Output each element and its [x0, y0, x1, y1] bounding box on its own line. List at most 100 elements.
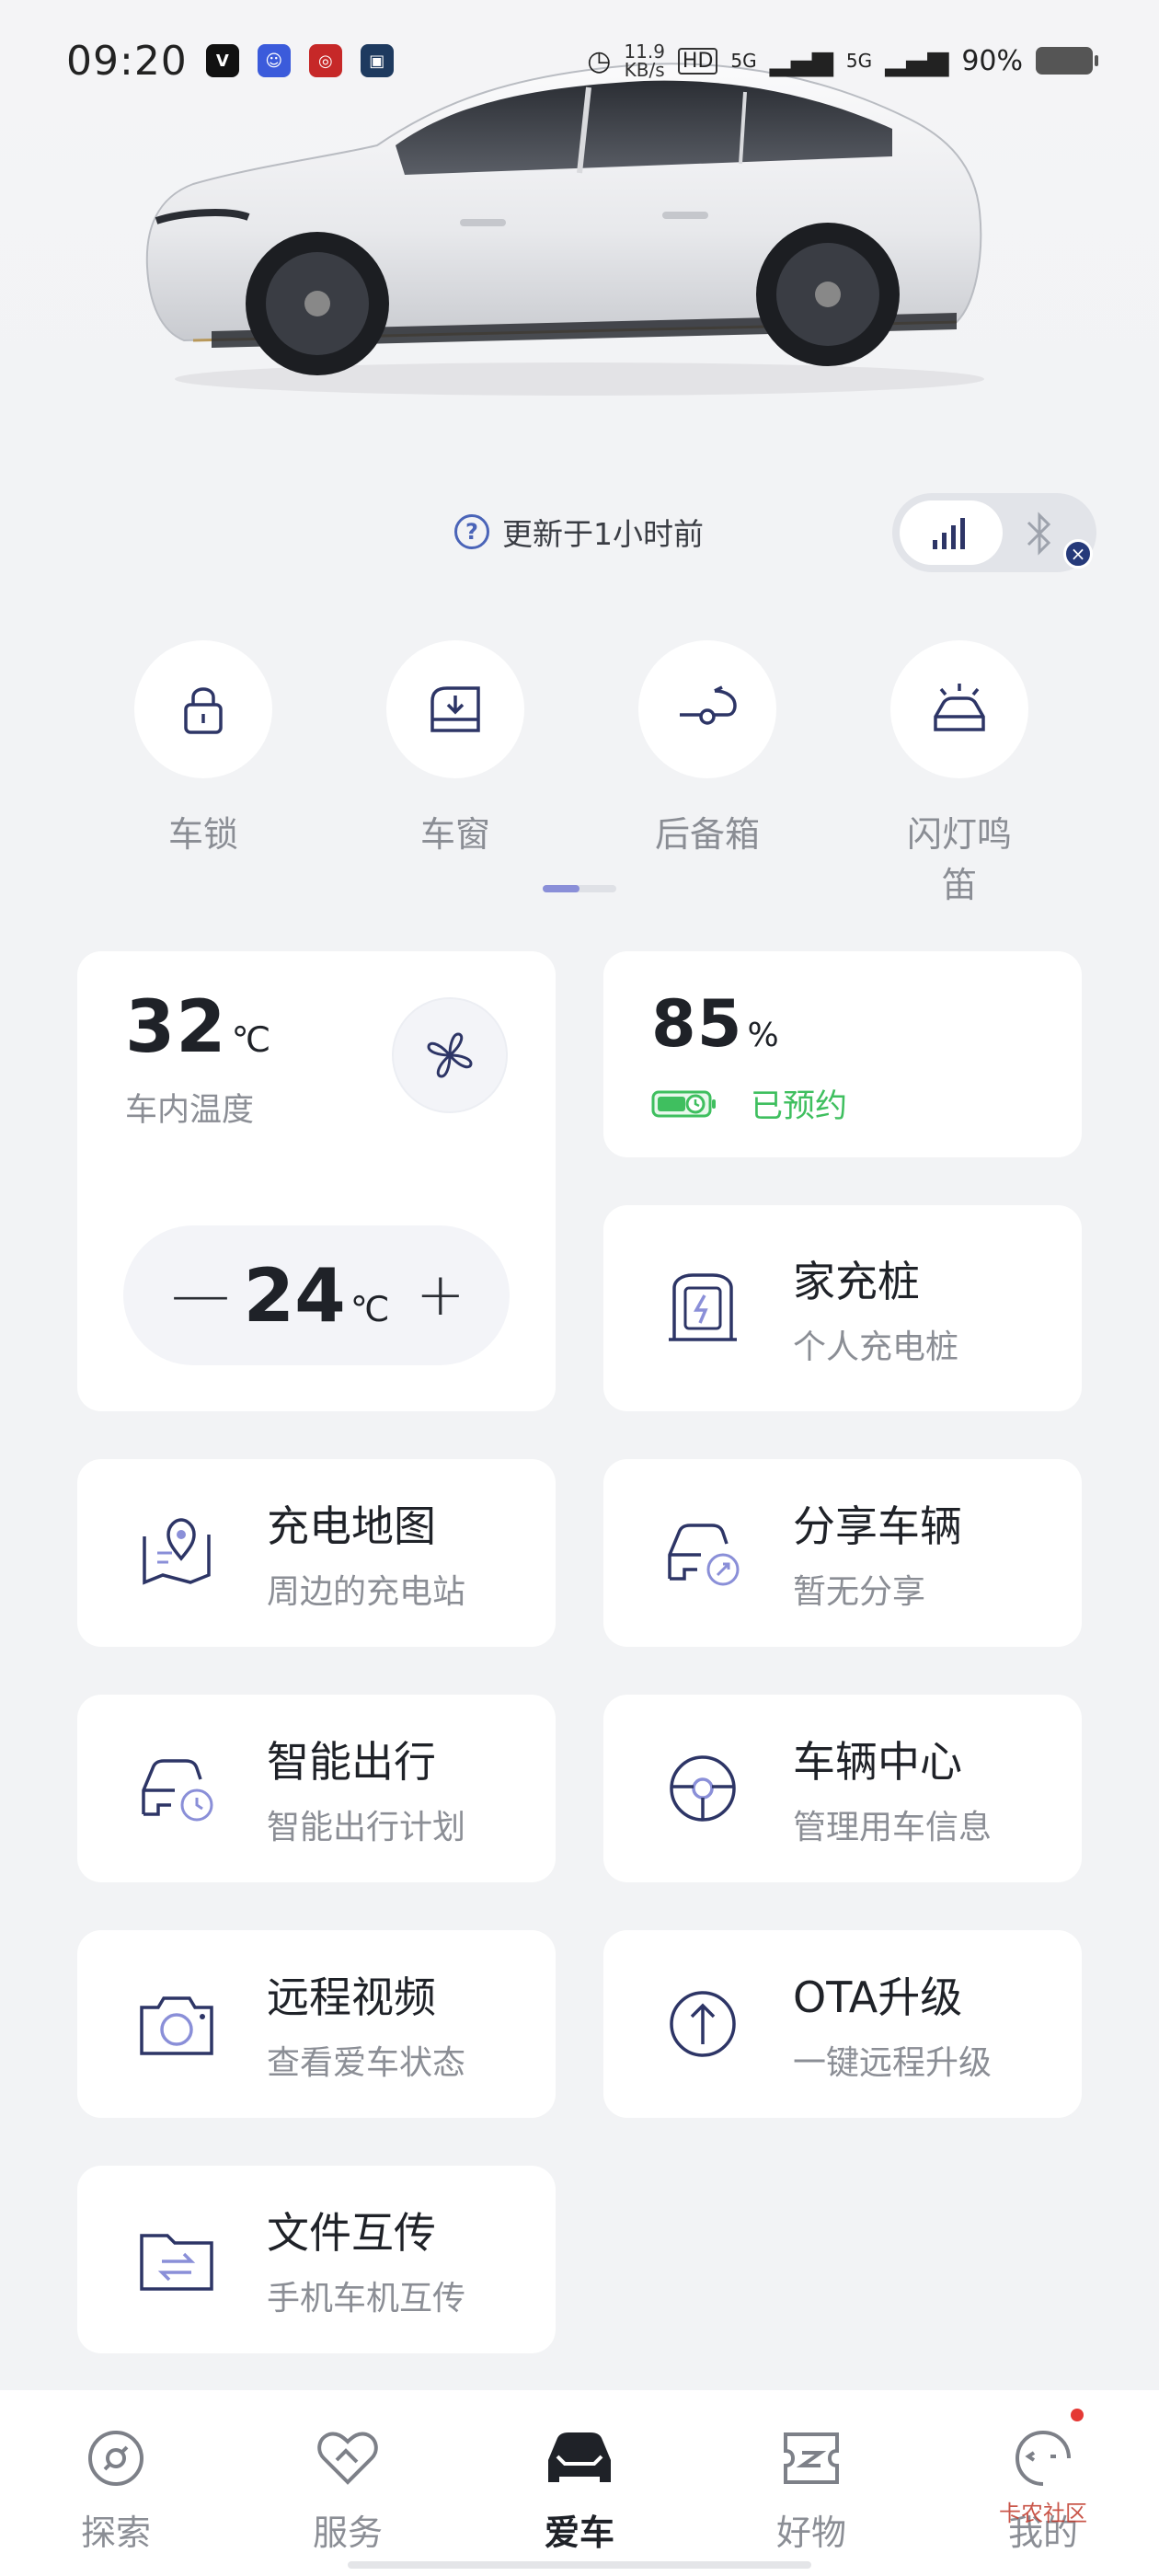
cabin-temp-value: 32 [125, 986, 227, 1069]
nav-profile[interactable]: 我的 [970, 2425, 1117, 2555]
status-bar: 09:20 V ☺ ◎ ▣ ◷ 11.9 KB/s HD 5G ▂▄▆ 5G ▂… [66, 35, 1098, 86]
signal-bars-icon-2: ▂▄▆ [885, 44, 949, 77]
tile-subtitle: 个人充电桩 [793, 1328, 959, 1366]
vehicle-center-card[interactable]: 车辆中心 管理用车信息 [603, 1695, 1082, 1882]
quick-action-flash-horn[interactable]: 闪灯鸣笛 [890, 640, 1028, 907]
quick-action-label: 后备箱 [654, 814, 760, 855]
signal-bars-icon: ▂▄▆ [769, 44, 833, 77]
window-icon [430, 686, 480, 732]
car-image [145, 63, 984, 396]
nav-explore[interactable]: 探索 [42, 2425, 189, 2555]
signal-5g-2: 5G [845, 50, 873, 72]
cabin-temp-unit: ℃ [231, 1019, 271, 1060]
home-indicator[interactable] [348, 2561, 811, 2569]
temp-stepper: — 24 ℃ + [123, 1225, 510, 1365]
tile-subtitle: 查看爱车状态 [267, 2044, 466, 2082]
charger-icon [669, 1273, 737, 1341]
cellular-option[interactable] [900, 500, 1003, 565]
status-time: 09:20 [66, 37, 188, 85]
temp-increase-button[interactable]: + [416, 1261, 465, 1329]
quick-action-label: 车窗 [419, 814, 490, 855]
temp-decrease-button[interactable]: — [171, 1261, 230, 1329]
ota-upgrade-card[interactable]: OTA升级 一键远程升级 [603, 1930, 1082, 2118]
file-transfer-card[interactable]: 文件互传 手机车机互传 [77, 2166, 556, 2353]
charging-map-card[interactable]: 充电地图 周边的充电站 [77, 1459, 556, 1647]
nav-label: 爱车 [544, 2513, 614, 2553]
steering-wheel-icon [670, 1755, 736, 1822]
tile-subtitle: 暂无分享 [793, 1573, 926, 1611]
share-vehicle-card[interactable]: 分享车辆 暂无分享 [603, 1459, 1082, 1647]
app-notification-icon: V [205, 44, 239, 77]
help-icon[interactable]: ? [454, 514, 489, 549]
notification-dot [1071, 2409, 1084, 2421]
car-icon [548, 2432, 611, 2482]
bank-notification-icon: ◎ [308, 44, 342, 77]
hd-badge: HD [677, 47, 718, 75]
bluetooth-disconnected-icon: × [1063, 539, 1093, 569]
battery-level-value: 85 [651, 986, 743, 1062]
service-heart-icon [317, 2432, 378, 2485]
bluetooth-icon[interactable] [1021, 510, 1058, 558]
quick-action-label: 闪灯鸣笛 [906, 814, 1012, 905]
cabin-temp-label: 车内温度 [125, 1092, 255, 1129]
page-indicator [543, 885, 616, 892]
home-charger-card[interactable]: 家充桩 个人充电桩 [603, 1205, 1082, 1411]
quick-action-window[interactable]: 车窗 [386, 640, 524, 857]
map-pin-icon [143, 1518, 211, 1585]
nav-shop[interactable]: 好物 [738, 2425, 885, 2555]
camera-icon [140, 1996, 213, 2055]
battery-percent: 90% [961, 44, 1023, 77]
smart-trip-card[interactable]: 智能出行 智能出行计划 [77, 1695, 556, 1882]
explore-icon [88, 2431, 143, 2486]
battery-icon [1036, 47, 1098, 75]
last-update-row[interactable]: ? 更新于1小时前 [454, 504, 704, 559]
tile-title: 智能出行 [267, 1737, 436, 1787]
charging-status: 已预约 [751, 1088, 848, 1125]
ticket-icon [784, 2432, 839, 2484]
tile-title: OTA升级 [793, 1972, 963, 2022]
bottom-navigation: 探索 服务 爱车 好物 我的 [0, 2390, 1159, 2576]
trunk-icon [680, 685, 737, 725]
nav-label: 探索 [80, 2513, 151, 2553]
lock-icon [184, 687, 223, 734]
remote-video-card[interactable]: 远程视频 查看爱车状态 [77, 1930, 556, 2118]
tile-subtitle: 一键远程升级 [793, 2044, 993, 2082]
battery-level-unit: % [747, 1017, 779, 1054]
tile-subtitle: 手机车机互传 [267, 2280, 466, 2317]
battery-card[interactable]: 85 % 已预约 [603, 951, 1082, 1157]
folder-transfer-icon [140, 2234, 213, 2291]
quick-actions: 车锁 车窗 后备箱 闪灯鸣笛 [120, 640, 1039, 905]
app2-notification-icon: ▣ [360, 44, 394, 77]
tile-subtitle: 智能出行计划 [267, 1809, 466, 1846]
quick-action-trunk[interactable]: 后备箱 [638, 640, 776, 857]
set-temp-value: 24 [243, 1252, 346, 1339]
chat-notification-icon: ☺ [257, 44, 291, 77]
share-car-icon [668, 1524, 740, 1586]
fan-button[interactable] [392, 997, 508, 1113]
quick-action-lock[interactable]: 车锁 [134, 640, 272, 857]
charging-battery-icon [651, 1090, 716, 1117]
tile-title: 车辆中心 [793, 1737, 962, 1787]
climate-card[interactable]: 32 ℃ 车内温度 — 24 ℃ + [77, 951, 556, 1411]
profile-face-icon [1015, 2430, 1071, 2486]
tile-title: 家充桩 [793, 1257, 920, 1306]
nav-my-car[interactable]: 爱车 [506, 2425, 653, 2555]
set-temp-unit: ℃ [350, 1288, 390, 1329]
fan-icon [427, 1032, 473, 1078]
tile-subtitle: 周边的充电站 [267, 1573, 466, 1611]
nav-service[interactable]: 服务 [274, 2425, 421, 2555]
tile-title: 分享车辆 [793, 1501, 962, 1551]
signal-icon [933, 518, 965, 549]
tile-title: 充电地图 [267, 1501, 436, 1551]
signal-5g-1: 5G [730, 50, 757, 72]
last-update-text: 更新于1小时前 [502, 516, 704, 552]
smart-trip-icon [142, 1759, 213, 1822]
flash-horn-icon [934, 684, 985, 731]
nav-label: 服务 [312, 2513, 383, 2553]
watermark: 卡农社区 [999, 2501, 1087, 2526]
net-speed: 11.9 KB/s [624, 40, 665, 81]
nav-label: 好物 [775, 2513, 846, 2553]
upgrade-icon [670, 1991, 736, 2057]
tile-title: 远程视频 [267, 1972, 436, 2022]
connection-toggle[interactable]: × [892, 493, 1096, 572]
